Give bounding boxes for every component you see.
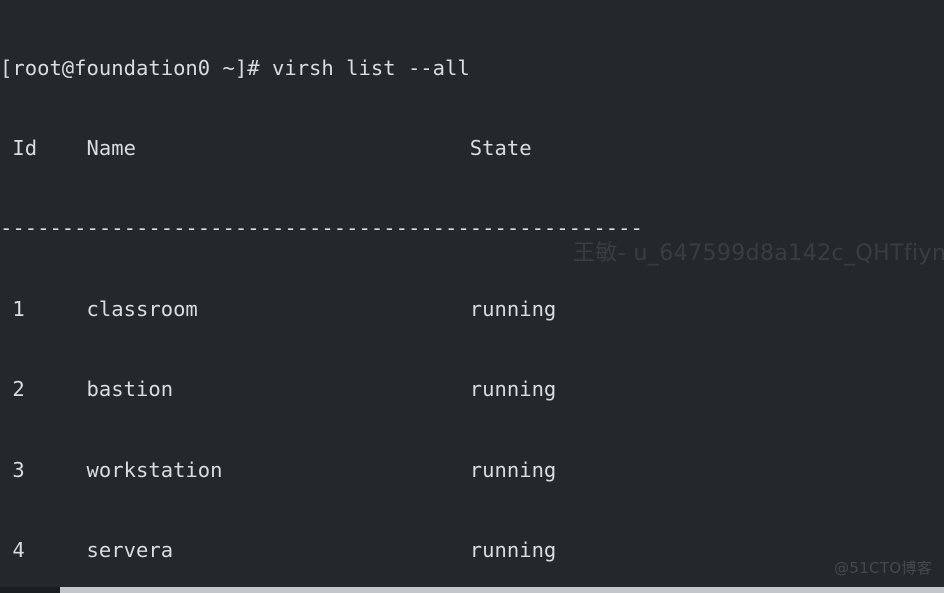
terminal-line: 1 classroom running	[0, 296, 557, 321]
terminal-screen: [root@foundation0 ~]# virsh list --all I…	[0, 1, 944, 593]
terminal-line: ----------------------------------------…	[0, 216, 643, 241]
terminal-line: [root@foundation0 ~]# virsh list --all	[0, 55, 470, 80]
terminal-line: 4 servera running	[0, 537, 557, 562]
terminal-line: 3 workstation running	[0, 457, 557, 482]
terminal-line: 2 bastion running	[0, 377, 557, 402]
window-bottom-edge	[60, 587, 944, 593]
window-bottom-edge-left	[0, 587, 60, 593]
terminal-window[interactable]: [root@foundation0 ~]# virsh list --all I…	[0, 0, 944, 593]
terminal-line: Id Name State	[0, 135, 532, 160]
